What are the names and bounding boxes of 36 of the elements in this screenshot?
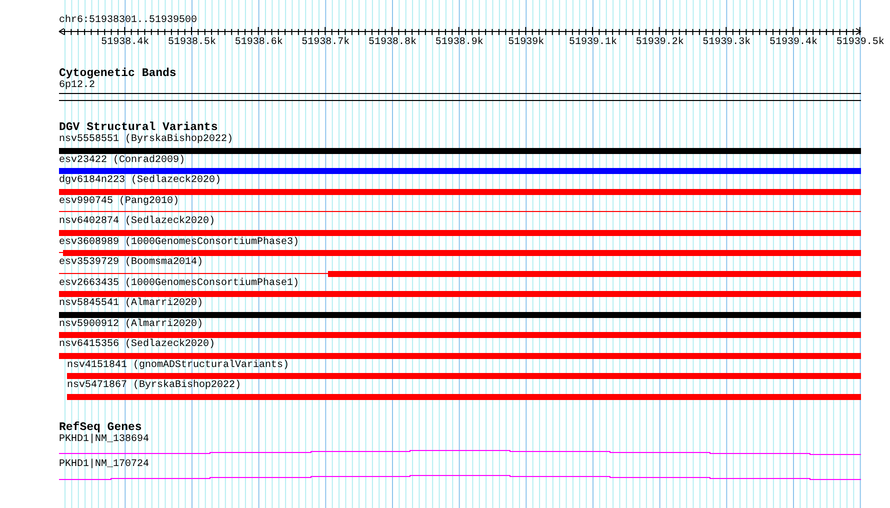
gene-model-drawing[interactable]: [59, 474, 861, 480]
feature-label: nsv5900912 (Almarri2020): [59, 318, 204, 331]
transcript-label: PKHD1|NM_170724: [59, 458, 150, 470]
location-label: chr6:51938301..51939500: [59, 15, 198, 27]
feature-label: esv990745 (Pang2010): [59, 196, 180, 208]
tick-label: 51939.4k: [769, 37, 818, 49]
tick-label: 51938.7k: [302, 37, 350, 49]
feature-label: nsv4151841 (gnomADStructuralVariants): [67, 360, 290, 372]
tick-label: 51939.2k: [636, 37, 684, 49]
feature-label: esv3539729 (Boomsma2014): [59, 257, 204, 270]
feature-label: dgv6184n223 (Sedlazeck2020): [59, 175, 222, 188]
tick-label: 51938.9k: [435, 37, 484, 49]
feature-label: esv2663435 (1000GenomesConsortiumPhase1): [59, 278, 300, 290]
feature-bar[interactable]: [59, 148, 861, 154]
feature-label: nsv5558551 (ByrskaBishop2022): [59, 134, 234, 146]
tick-label: 51938.4k: [101, 37, 150, 49]
tick-label: 51939.5k: [836, 37, 884, 49]
tick-label: 51938.5k: [168, 37, 216, 49]
track-title: RefSeq Genes: [59, 422, 142, 434]
gene-model-drawing[interactable]: [59, 450, 861, 454]
feature-label: nsv5471867 (ByrskaBishop2022): [67, 380, 242, 392]
track-title: DGV Structural Variants: [59, 122, 218, 134]
feature-bar[interactable]: [59, 312, 861, 318]
feature-label: nsv5845541 (Almarri2020): [59, 298, 204, 310]
tick-label: 51938.8k: [368, 37, 416, 49]
feature-label: nsv6402874 (Sedlazeck2020): [59, 216, 216, 228]
tick-label: 51939.1k: [568, 37, 617, 49]
track-title: Cytogenetic Bands: [59, 68, 176, 80]
band-label: 6p12.2: [59, 80, 96, 92]
tick-label: 51939k: [508, 37, 544, 49]
tick-label: 51939.3k: [702, 37, 751, 49]
tick-label: 51938.6k: [234, 37, 283, 49]
feature-label: esv3608989 (1000GenomesConsortiumPhase3): [59, 236, 300, 249]
transcript-label: PKHD1|NM_138694: [59, 434, 150, 446]
feature-label: nsv6415356 (Sedlazeck2020): [59, 339, 216, 352]
feature-label: esv23422 (Conrad2009): [59, 154, 186, 167]
